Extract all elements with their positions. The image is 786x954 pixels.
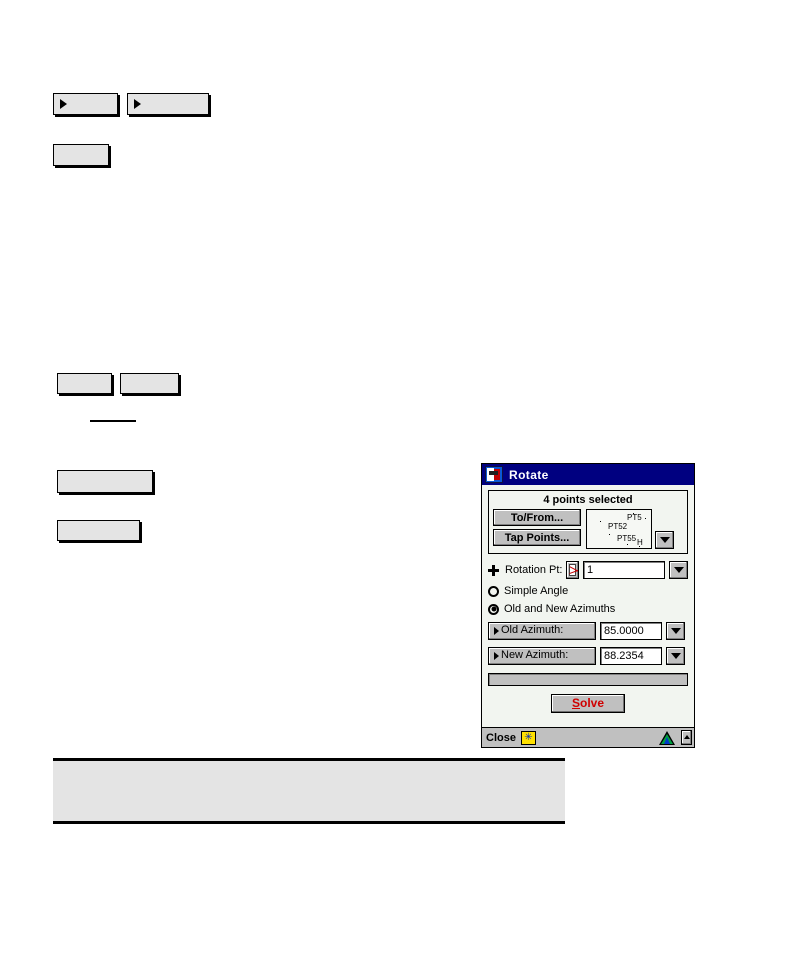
close-button[interactable]: Close: [486, 732, 516, 744]
doc-button-3: [53, 144, 109, 166]
dialog-client-area: 4 points selected To/From... Tap Points.…: [482, 485, 694, 747]
star-icon[interactable]: [520, 730, 536, 745]
dialog-statusbar: Close: [482, 727, 694, 747]
map-point-label: PT55: [617, 534, 637, 543]
tap-points-button[interactable]: Tap Points...: [493, 529, 581, 546]
map-point-dot: [645, 518, 646, 519]
points-selected-label: 4 points selected: [543, 494, 633, 506]
new-azimuth-row: New Azimuth: 88.2354: [488, 647, 688, 665]
rotate-dialog-window: Rotate 4 points selected To/From... Tap …: [481, 463, 695, 748]
rotation-point-input[interactable]: 1: [583, 561, 665, 579]
point-selection-group: 4 points selected To/From... Tap Points.…: [488, 490, 688, 554]
new-azimuth-button[interactable]: New Azimuth:: [488, 647, 596, 665]
radio-simple-angle[interactable]: [488, 585, 499, 597]
mode-option-simple-angle[interactable]: Simple Angle: [488, 585, 688, 597]
old-azimuth-row: Old Azimuth: 85.0000: [488, 622, 688, 640]
map-point-label: H: [637, 538, 643, 547]
doc-button-5: [120, 373, 179, 394]
progress-bar: [488, 673, 688, 686]
solve-button[interactable]: Solve: [551, 694, 625, 713]
map-point-label: PT52: [608, 522, 628, 531]
radio-old-new-azimuths-label: Old and New Azimuths: [504, 603, 616, 615]
old-azimuth-button[interactable]: Old Azimuth:: [488, 622, 596, 640]
old-azimuth-input[interactable]: 85.0000: [600, 622, 662, 640]
rotation-point-dropdown-button[interactable]: [669, 561, 688, 579]
new-azimuth-input[interactable]: 88.2354: [600, 647, 662, 665]
doc-button-6: [57, 470, 153, 493]
gps-signal-icon[interactable]: [659, 730, 676, 745]
document-underline-rule: [90, 420, 136, 422]
points-map-preview[interactable]: PT5 PT52 PT55 H: [586, 509, 652, 549]
to-from-button[interactable]: To/From...: [493, 509, 581, 526]
map-pick-icon[interactable]: [566, 561, 579, 579]
radio-simple-angle-label: Simple Angle: [504, 585, 569, 597]
radio-old-new-azimuths[interactable]: [488, 603, 499, 615]
doc-button-1: [53, 93, 118, 115]
map-point-label: PT5: [627, 513, 642, 522]
doc-button-7: [57, 520, 140, 541]
triangle-right-icon: [60, 99, 67, 109]
dialog-titlebar: Rotate: [482, 464, 694, 485]
dialog-title: Rotate: [509, 467, 549, 482]
document-note-box: [53, 758, 565, 824]
plus-icon: [488, 564, 499, 576]
rotation-point-row: Rotation Pt: 1: [488, 561, 688, 579]
mode-option-old-new-azimuths[interactable]: Old and New Azimuths: [488, 603, 688, 615]
doc-button-4: [57, 373, 112, 394]
app-flag-icon: [485, 466, 503, 483]
scroll-up-icon[interactable]: [681, 730, 692, 745]
new-azimuth-dropdown-button[interactable]: [666, 647, 685, 665]
triangle-right-icon: [134, 99, 141, 109]
map-point-dot: [600, 521, 601, 522]
map-point-dot: [609, 534, 610, 535]
old-azimuth-dropdown-button[interactable]: [666, 622, 685, 640]
doc-button-2: [127, 93, 209, 115]
points-dropdown-button[interactable]: [655, 531, 674, 549]
rotation-point-label: Rotation Pt:: [505, 564, 563, 576]
map-point-dot: [627, 544, 628, 545]
